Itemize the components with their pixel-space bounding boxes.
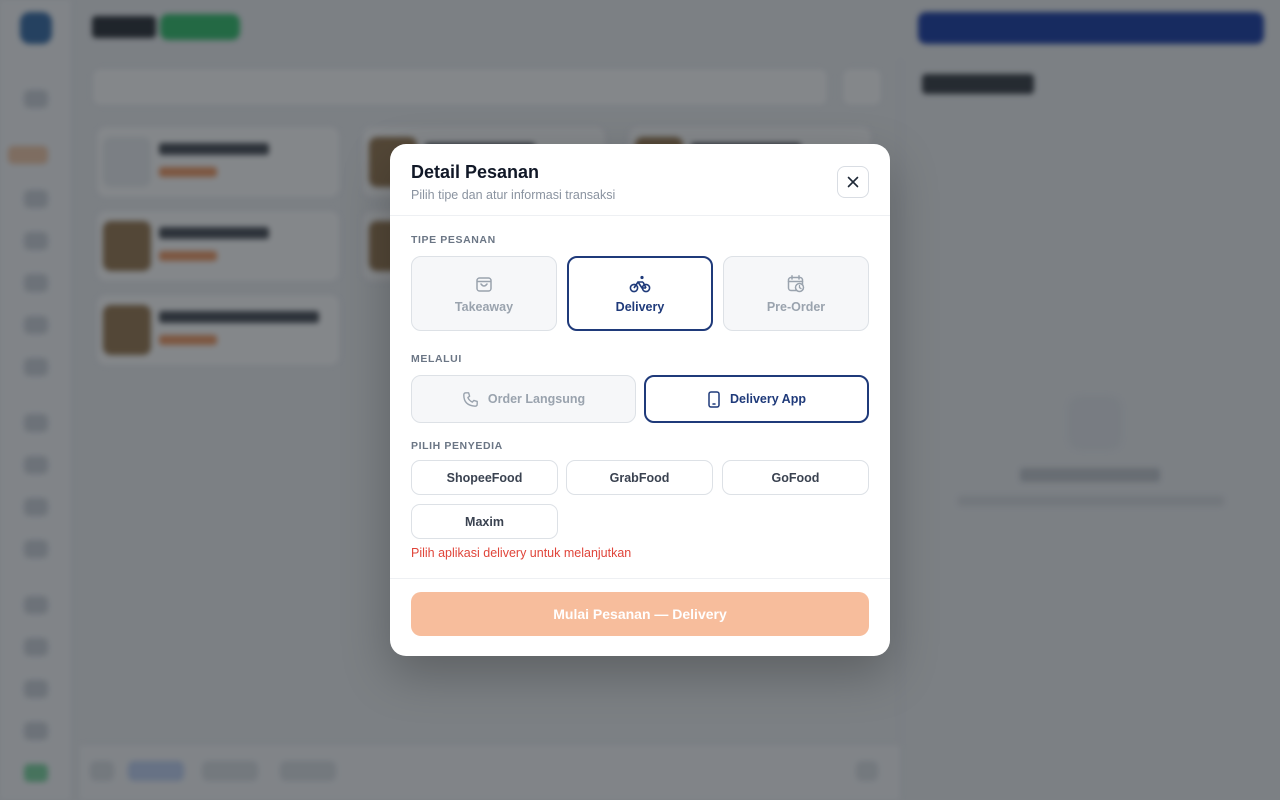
provider-label: PILIH PENYEDIA <box>411 440 503 452</box>
start-order-button[interactable]: Mulai Pesanan — Delivery <box>411 592 869 636</box>
via-order-langsung[interactable]: Order Langsung <box>411 375 636 423</box>
close-button[interactable] <box>837 166 869 198</box>
modal-header: Detail Pesanan Pilih tipe dan atur infor… <box>390 144 890 216</box>
modal-title: Detail Pesanan <box>411 162 540 182</box>
provider-gofood[interactable]: GoFood <box>722 460 869 495</box>
phone-icon <box>462 391 478 407</box>
order-detail-modal: Detail Pesanan Pilih tipe dan atur infor… <box>390 144 890 656</box>
order-type-delivery[interactable]: Delivery <box>567 256 713 331</box>
order-type-label-text: Pre-Order <box>766 299 826 314</box>
calendar-clock-icon <box>787 274 805 292</box>
order-type-label: TIPE PESANAN <box>411 234 496 246</box>
provider-grabfood[interactable]: GrabFood <box>566 460 713 495</box>
order-type-preorder[interactable]: Pre-Order <box>723 256 869 331</box>
order-type-takeaway[interactable]: Takeaway <box>411 256 557 331</box>
order-type-label-text: Delivery <box>615 299 665 314</box>
modal-subtitle: Pilih tipe dan atur informasi transaksi <box>411 188 616 202</box>
via-option-label: Order Langsung <box>487 392 586 406</box>
modal-footer: Mulai Pesanan — Delivery <box>390 578 890 656</box>
via-option-label: Delivery App <box>730 392 806 406</box>
provider-shopeefood[interactable]: ShopeeFood <box>411 460 558 495</box>
provider-maxim[interactable]: Maxim <box>411 504 558 539</box>
close-icon <box>847 176 859 188</box>
bicycle-icon <box>629 275 651 292</box>
smartphone-icon <box>708 390 720 408</box>
provider-error-message: Pilih aplikasi delivery untuk melanjutka… <box>411 546 632 560</box>
via-label: MELALUI <box>411 353 462 365</box>
order-type-label-text: Takeaway <box>454 299 514 314</box>
via-delivery-app[interactable]: Delivery App <box>644 375 869 423</box>
shopping-bag-icon <box>476 276 492 292</box>
